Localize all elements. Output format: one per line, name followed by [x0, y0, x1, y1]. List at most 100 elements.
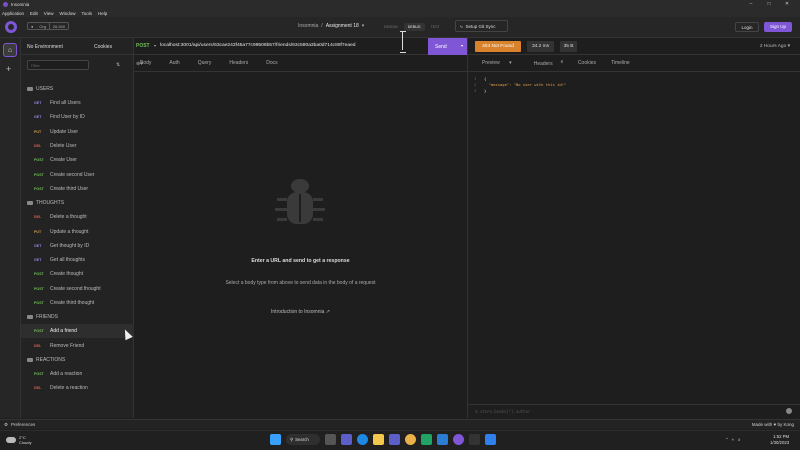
tab-response-headers[interactable]: Headers 8: [527, 59, 563, 68]
intro-link[interactable]: Introduction to Insomnia ↗: [134, 309, 467, 315]
menu-window[interactable]: Window: [59, 11, 75, 16]
wifi-icon[interactable]: ≈: [732, 437, 734, 443]
request-item-selected[interactable]: POST Add a friend: [21, 324, 134, 339]
menu-bar: Application Edit View Window Tools Help: [0, 9, 800, 17]
folder-icon: [27, 315, 33, 320]
request-item[interactable]: GET Get thought by ID: [21, 239, 134, 253]
tab-query[interactable]: Query: [198, 60, 212, 66]
request-name: Get thought by ID: [50, 242, 90, 249]
edge-icon[interactable]: [357, 434, 368, 445]
help-icon[interactable]: [786, 408, 792, 414]
cookies-button[interactable]: Cookies: [94, 44, 112, 50]
request-item[interactable]: GET Find User by ID: [21, 110, 134, 124]
insomnia-taskbar-icon[interactable]: [453, 434, 464, 445]
request-item[interactable]: POST Create second thought: [21, 282, 134, 296]
menu-application[interactable]: Application: [2, 11, 24, 16]
sidebar-filter-input[interactable]: Filter: [27, 60, 89, 70]
request-item[interactable]: POST Create second User: [21, 167, 134, 181]
folder-reactions[interactable]: REACTIONS: [21, 353, 134, 367]
vscode-icon[interactable]: [485, 434, 496, 445]
chevron-down-icon[interactable]: ▾: [154, 43, 156, 48]
folder-thoughts[interactable]: THOUGHTS: [21, 196, 134, 210]
request-item[interactable]: POST Create third thought: [21, 296, 134, 310]
maximize-icon[interactable]: □: [762, 0, 776, 9]
history-dropdown[interactable]: 2 Hours Ago ▾: [760, 44, 790, 49]
weather-widget[interactable]: 2°C Cloudy: [6, 435, 31, 445]
sort-icon[interactable]: ⇅: [116, 62, 120, 68]
request-item[interactable]: POST Create third User: [21, 182, 134, 196]
request-item[interactable]: DEL Remove Friend: [21, 338, 134, 352]
search-label: Search: [295, 437, 309, 442]
tab-preview[interactable]: Preview ▾: [475, 60, 512, 66]
tab-preview-label: Preview: [482, 60, 500, 66]
signup-button[interactable]: Sign Up: [764, 22, 792, 32]
response-filter-input[interactable]: $.store.books[*].author: [475, 409, 530, 414]
chevron-up-icon[interactable]: ⌃: [725, 437, 729, 443]
request-item[interactable]: POST Add a reaction: [21, 367, 134, 381]
github-star-chip[interactable]: ● Org 26,940: [27, 22, 69, 30]
word-icon[interactable]: [437, 434, 448, 445]
chevron-down-icon[interactable]: ▾: [461, 43, 463, 48]
tab-auth[interactable]: Auth: [169, 60, 179, 66]
chat-icon[interactable]: [341, 434, 352, 445]
github-stars: 26,940: [52, 23, 65, 29]
terminal-icon[interactable]: [469, 434, 480, 445]
home-icon[interactable]: ⌂: [3, 43, 17, 57]
method-badge: GET: [34, 258, 42, 263]
request-item[interactable]: POST Create User: [21, 153, 134, 167]
breadcrumb-document[interactable]: Assignment 18: [326, 23, 359, 29]
send-button[interactable]: Send ▾: [428, 38, 467, 55]
method-badge: PUT: [34, 129, 42, 134]
mode-design[interactable]: DESIGN: [380, 23, 402, 31]
menu-tools[interactable]: Tools: [81, 11, 92, 16]
mode-test[interactable]: TEST: [427, 23, 444, 31]
method-select[interactable]: POST: [136, 43, 150, 49]
tab-headers[interactable]: Headers: [229, 60, 248, 66]
request-name: Find User by ID: [50, 114, 85, 121]
menu-view[interactable]: View: [44, 11, 54, 16]
menu-help[interactable]: Help: [98, 11, 107, 16]
mode-debug[interactable]: DEBUG: [403, 23, 425, 31]
breadcrumb-project[interactable]: Insomnia: [298, 23, 318, 29]
request-item[interactable]: DEL Delete a reaction: [21, 381, 134, 395]
tab-body[interactable]: Body: [140, 60, 151, 66]
request-item[interactable]: GET Find all Users: [21, 96, 134, 110]
url-input[interactable]: localhost:3001/api/users/63cae243f45a77c…: [160, 43, 356, 48]
close-icon[interactable]: ✕: [780, 0, 794, 9]
taskbar-search[interactable]: ⚲ Search: [286, 434, 320, 445]
chevron-down-icon[interactable]: ▾: [362, 23, 365, 29]
minimize-icon[interactable]: –: [744, 0, 758, 9]
folder-users[interactable]: USERS: [21, 82, 134, 96]
response-body[interactable]: 1{ 2 "message": "No user with this id!" …: [467, 72, 800, 404]
menu-edit[interactable]: Edit: [30, 11, 38, 16]
insomnia-logo[interactable]: [5, 21, 17, 33]
system-clock[interactable]: 1:52 PM 1/30/2023: [770, 434, 789, 446]
environment-select[interactable]: No Environment: [27, 44, 63, 50]
excel-icon[interactable]: [421, 434, 432, 445]
file-explorer-icon[interactable]: [373, 434, 384, 445]
gear-icon[interactable]: ⚙: [4, 422, 8, 428]
request-item[interactable]: PUT Update a thought: [21, 224, 134, 238]
login-button[interactable]: Login: [735, 22, 759, 32]
request-item[interactable]: GET Get all thoughts: [21, 253, 134, 267]
request-item[interactable]: DEL Delete User: [21, 139, 134, 153]
git-sync-button[interactable]: ⤷ Setup Git Sync: [455, 20, 508, 32]
task-view-icon[interactable]: [325, 434, 336, 445]
request-item[interactable]: DEL Delete a thought: [21, 210, 134, 224]
system-tray: ⌃ ≈ ♬: [725, 437, 742, 443]
windows-start-icon[interactable]: [270, 434, 281, 445]
request-item[interactable]: PUT Update User: [21, 125, 134, 139]
code-text: }: [484, 88, 487, 93]
tab-cookies[interactable]: Cookies: [578, 60, 596, 66]
volume-icon[interactable]: ♬: [737, 437, 742, 443]
tab-timeline[interactable]: Timeline: [611, 60, 630, 66]
preferences-button[interactable]: Preferences: [11, 422, 35, 427]
chrome-icon[interactable]: [405, 434, 416, 445]
folder-friends[interactable]: FRIENDS: [21, 310, 134, 324]
method-badge: POST: [34, 186, 44, 191]
teams-icon[interactable]: [389, 434, 400, 445]
history-label: 2 Hours Ago: [759, 44, 787, 49]
request-item[interactable]: POST Create thought: [21, 267, 134, 281]
add-icon[interactable]: +: [6, 64, 11, 74]
tab-docs[interactable]: Docs: [266, 60, 277, 66]
